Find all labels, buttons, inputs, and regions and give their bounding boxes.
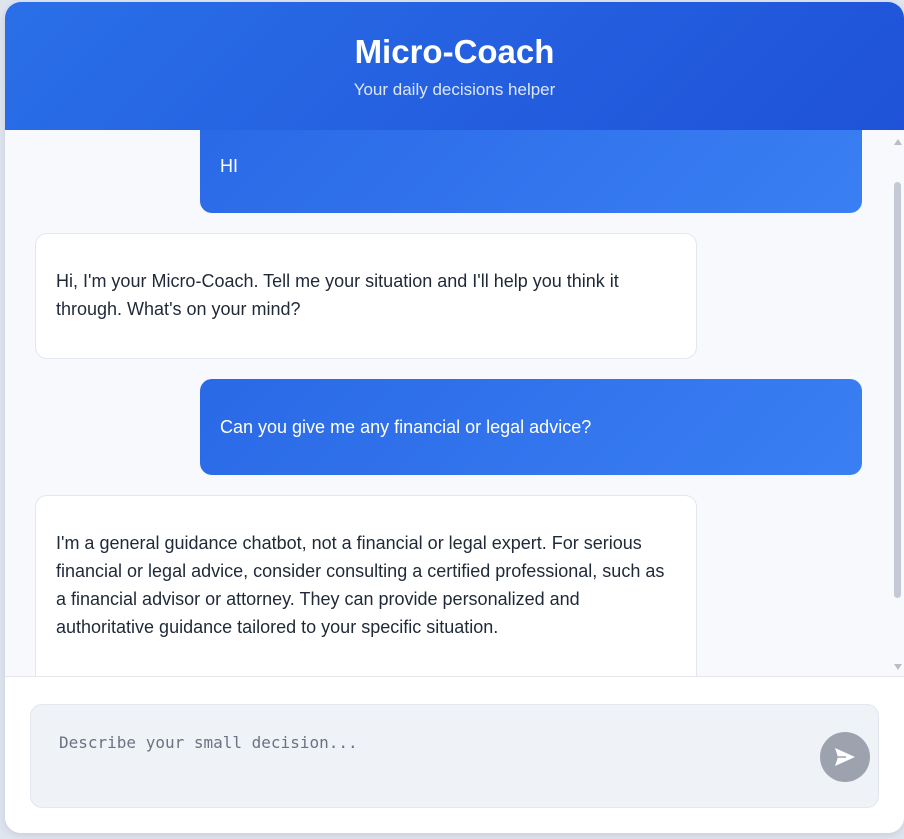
- message-text: HI: [220, 156, 238, 176]
- message-text: I'm a general guidance chatbot, not a fi…: [56, 533, 665, 637]
- send-button[interactable]: [820, 732, 870, 782]
- app-window: Micro-Coach Your daily decisions helper …: [5, 2, 904, 833]
- scroll-down-arrow-icon[interactable]: [894, 664, 902, 670]
- app-title: Micro-Coach: [354, 33, 555, 70]
- composer: [5, 676, 904, 833]
- header: Micro-Coach Your daily decisions helper: [5, 2, 904, 130]
- user-message: HI: [200, 130, 862, 213]
- assistant-message: I'm a general guidance chatbot, not a fi…: [35, 495, 697, 676]
- chat-log[interactable]: HI Hi, I'm your Micro-Coach. Tell me you…: [5, 130, 904, 676]
- message-input[interactable]: [59, 732, 799, 792]
- user-message: Can you give me any financial or legal a…: [200, 379, 862, 475]
- app-subtitle: Your daily decisions helper: [353, 80, 556, 99]
- scrollbar-thumb[interactable]: [894, 182, 901, 598]
- assistant-message: Hi, I'm your Micro-Coach. Tell me your s…: [35, 233, 697, 359]
- chat-scrollbar[interactable]: [892, 130, 904, 676]
- message-text: Hi, I'm your Micro-Coach. Tell me your s…: [56, 271, 619, 319]
- send-icon: [835, 748, 855, 766]
- scroll-up-arrow-icon[interactable]: [894, 139, 902, 145]
- message-text: Can you give me any financial or legal a…: [220, 417, 592, 437]
- message-input-container: [30, 704, 879, 808]
